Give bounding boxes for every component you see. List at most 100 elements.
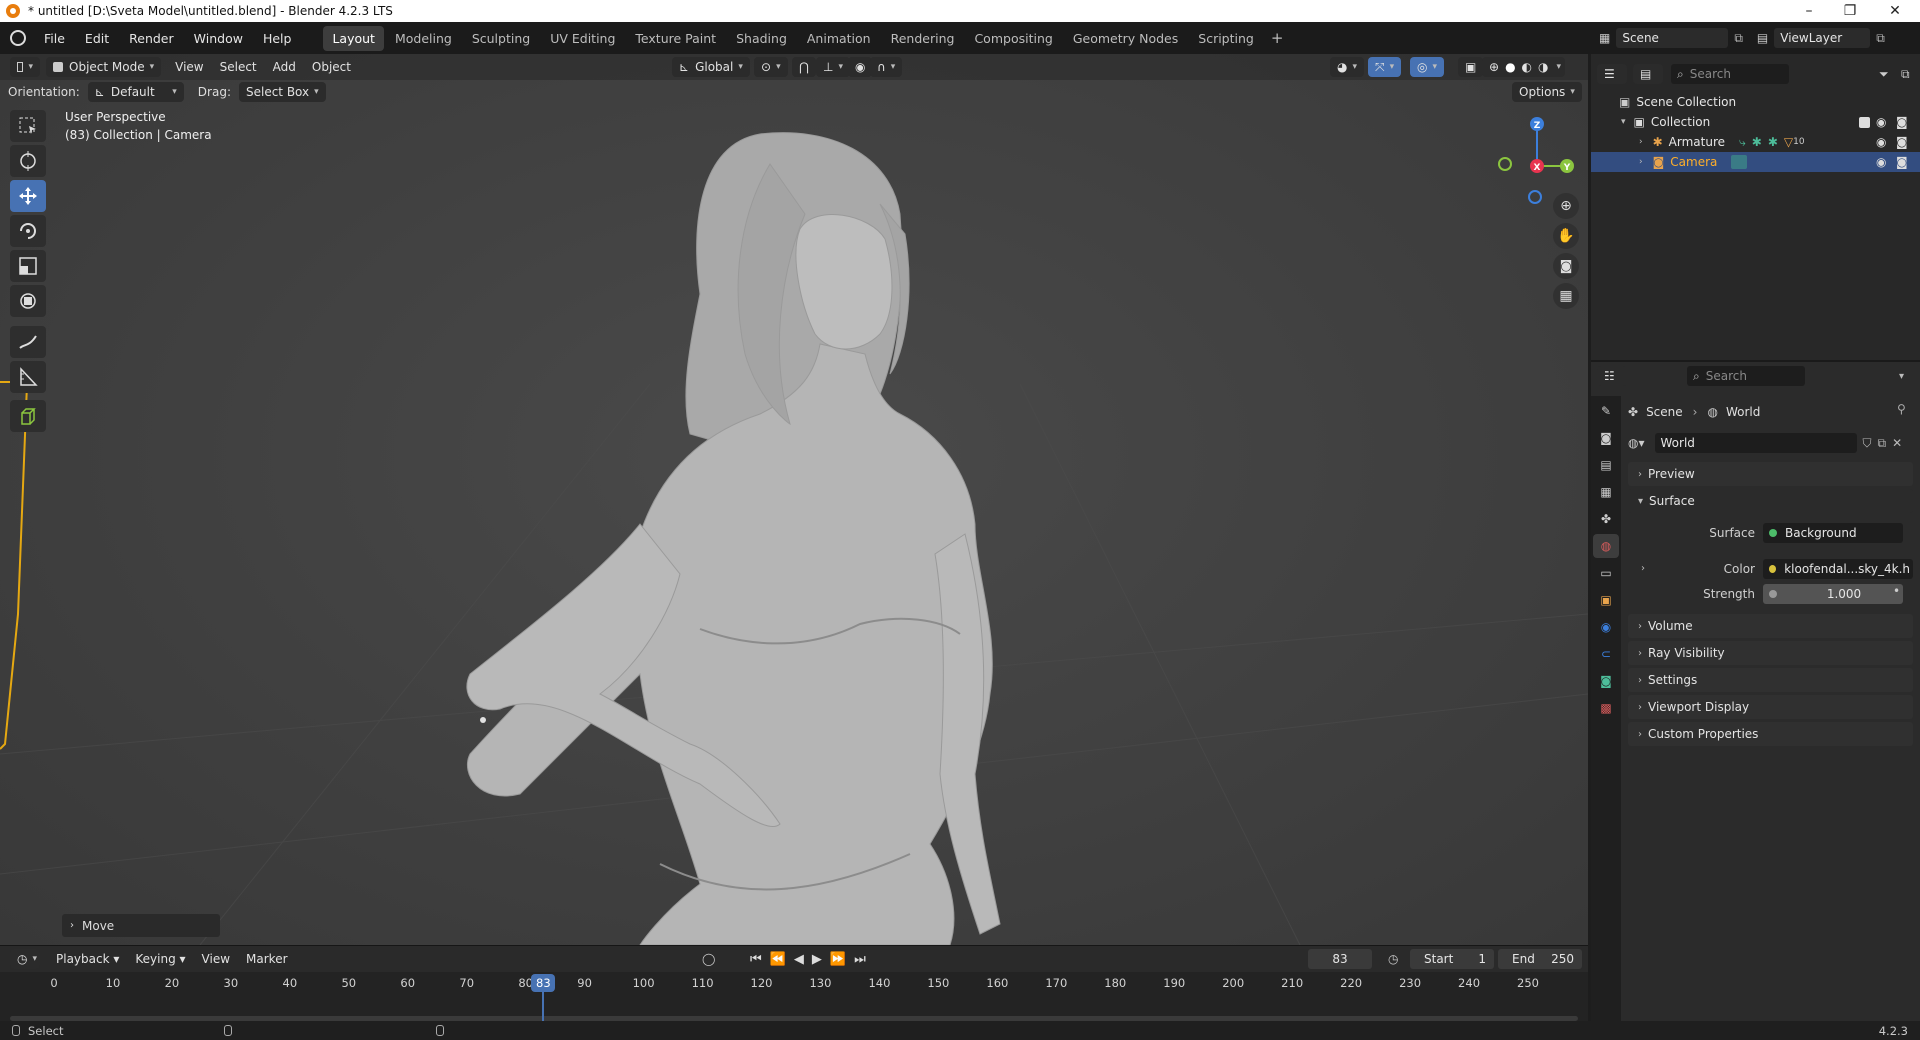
add-cube-tool[interactable] [10,400,46,432]
texture-tab[interactable]: ▩ [1593,696,1619,720]
menu-keying[interactable]: Keying ▾ [127,952,193,966]
world-name-field[interactable]: World [1654,433,1857,453]
blender-menu-icon[interactable] [10,30,26,46]
tool-tab[interactable]: ✎ [1593,399,1619,423]
snap-toggle[interactable]: ⋂ [792,57,816,77]
fake-user-icon[interactable]: ⛉ [1863,436,1872,451]
jump-start-icon[interactable]: ⏮ [750,952,770,967]
tab-layout[interactable]: Layout [323,25,384,51]
collection-render-icon[interactable]: ◙ [1896,115,1908,129]
jump-end-icon[interactable]: ⏭ [854,952,874,967]
tab-compositing[interactable]: Compositing [965,26,1061,51]
camera-view-button[interactable]: ◙ [1553,253,1579,279]
preview-range-icon[interactable]: ◷ [1388,952,1398,966]
navigation-gizmo[interactable]: Z X Y [1490,114,1580,204]
object-tab[interactable]: ▣ [1593,588,1619,612]
panel-volume[interactable]: › Volume [1628,614,1913,638]
maximize-button[interactable]: ❐ [1827,0,1873,22]
current-frame-field[interactable]: 83 [1308,949,1372,969]
overlays-toggle[interactable]: ◎ ▾ [1410,57,1445,77]
editor-type-button[interactable]: ▾ [10,57,40,77]
strength-slider[interactable]: 1.000 [1763,584,1903,604]
scale-tool[interactable] [10,250,46,282]
tab-rendering[interactable]: Rendering [882,26,964,51]
new-view-layer-icon[interactable]: ⧉ [1876,31,1885,46]
menu-object[interactable]: Object [304,60,359,74]
world-datablock-icon[interactable]: ◍▾ [1628,436,1645,450]
render-tab[interactable]: ◙ [1593,426,1619,450]
menu-window[interactable]: Window [184,31,253,46]
menu-playback[interactable]: Playback ▾ [48,952,127,966]
panel-preview[interactable]: › Preview [1628,462,1913,486]
end-frame-field[interactable]: End 250 [1498,949,1582,969]
camera-visibility-icon[interactable]: ◉ [1876,155,1886,169]
transform-tool[interactable] [10,285,46,317]
tab-sculpting[interactable]: Sculpting [463,26,539,51]
physics-tab[interactable]: ◉ [1593,615,1619,639]
proportional-editing-toggle[interactable]: ◉ [848,57,873,77]
pan-button[interactable]: ✋ [1553,223,1579,249]
material-shading-icon[interactable]: ◐ [1522,60,1532,74]
transform-orientation-dropdown[interactable]: ⊾ Global ▾ [672,57,750,77]
output-tab[interactable]: ▤ [1593,453,1619,477]
collection-checkbox[interactable] [1859,116,1870,128]
solid-shading-icon[interactable]: ● [1505,60,1515,74]
scene-collection-row[interactable]: ▣ Scene Collection [1591,92,1920,112]
ortho-toggle-button[interactable]: ▦ [1553,283,1579,309]
world-tab[interactable]: ◍ [1593,534,1619,558]
menu-marker[interactable]: Marker [238,952,295,966]
collection-visibility-icon[interactable]: ◉ [1876,115,1886,129]
axis-gizmo[interactable]: Z X Y [1490,114,1580,204]
panel-custom-properties[interactable]: › Custom Properties [1628,722,1913,746]
properties-search[interactable]: ⌕ Search [1687,366,1805,386]
wireframe-shading-icon[interactable]: ⊕ [1489,60,1499,74]
playhead[interactable]: 83 [531,974,556,992]
duplicate-icon[interactable]: ⧉ [1878,436,1887,451]
timeline-ruler[interactable]: 0 10 20 30 40 50 60 70 80 90 100 110 120 130 140 150 160… [0,972,1588,1022]
menu-file[interactable]: File [34,31,75,46]
orientation-dropdown[interactable]: ⊾ Default ▾ [87,82,184,102]
character-model[interactable] [466,132,1001,945]
falloff-dropdown[interactable]: ∩ ▾ [870,57,903,77]
xray-toggle[interactable]: ▣ [1458,57,1484,77]
drag-dropdown[interactable]: Select Box ▾ [238,82,326,102]
tab-animation[interactable]: Animation [798,26,880,51]
new-collection-icon[interactable]: ⧉ [1901,67,1910,82]
expand-icon[interactable]: › [1639,157,1643,167]
tab-uv-editing[interactable]: UV Editing [541,26,624,51]
constraints-tab[interactable]: ⊂ [1593,642,1619,666]
panel-surface[interactable]: ▾ Surface [1628,489,1913,513]
panel-viewport-display[interactable]: › Viewport Display [1628,695,1913,719]
properties-editor-type[interactable]: ☷ [1597,366,1627,386]
menu-timeline-view[interactable]: View [194,952,238,966]
chevron-down-icon[interactable]: ▾ [1899,371,1904,382]
annotate-tool[interactable] [10,326,46,358]
options-dropdown[interactable]: Options ▾ [1512,82,1582,102]
rendered-shading-icon[interactable]: ◑ [1538,60,1548,74]
start-frame-field[interactable]: Start 1 [1410,949,1494,969]
scene-selector[interactable]: Scene [1616,28,1729,48]
cursor-tool[interactable] [10,145,46,177]
next-keyframe-icon[interactable]: ⏩ [830,952,854,967]
minimize-button[interactable]: – [1786,0,1832,22]
measure-tool[interactable] [10,361,46,393]
camera-render-icon[interactable]: ◙ [1896,155,1908,169]
play-icon[interactable]: ▶ [812,952,830,967]
unlink-icon[interactable]: ✕ [1892,436,1902,450]
pivot-point-dropdown[interactable]: ⊙ ▾ [754,57,788,77]
prev-keyframe-icon[interactable]: ⏪ [770,952,794,967]
panel-ray-visibility[interactable]: › Ray Visibility [1628,641,1913,665]
expand-icon[interactable]: › [1639,137,1643,147]
color-expand-icon[interactable]: › [1641,563,1645,574]
gizmo-toggle[interactable]: ⤧ ▾ [1368,57,1402,77]
shading-modes[interactable]: ⊕ ● ◐ ◑ ▾ [1482,57,1566,77]
display-mode-dropdown[interactable]: ▤ [1633,64,1663,84]
menu-view[interactable]: View [167,60,211,74]
menu-render[interactable]: Render [119,31,184,46]
view-layer-selector[interactable]: ViewLayer [1774,28,1871,48]
collection-row[interactable]: ▾ ▣ Collection ◉ ◙ [1591,112,1920,132]
rotate-tool[interactable] [10,215,46,247]
play-reverse-icon[interactable]: ◀ [794,952,812,967]
visibility-dropdown[interactable]: ◕ ▾ [1330,57,1365,77]
armature-row[interactable]: › ✱ Armature ⤷ ✱ ✱ ▽ 10 ◉ ◙ [1591,132,1920,152]
